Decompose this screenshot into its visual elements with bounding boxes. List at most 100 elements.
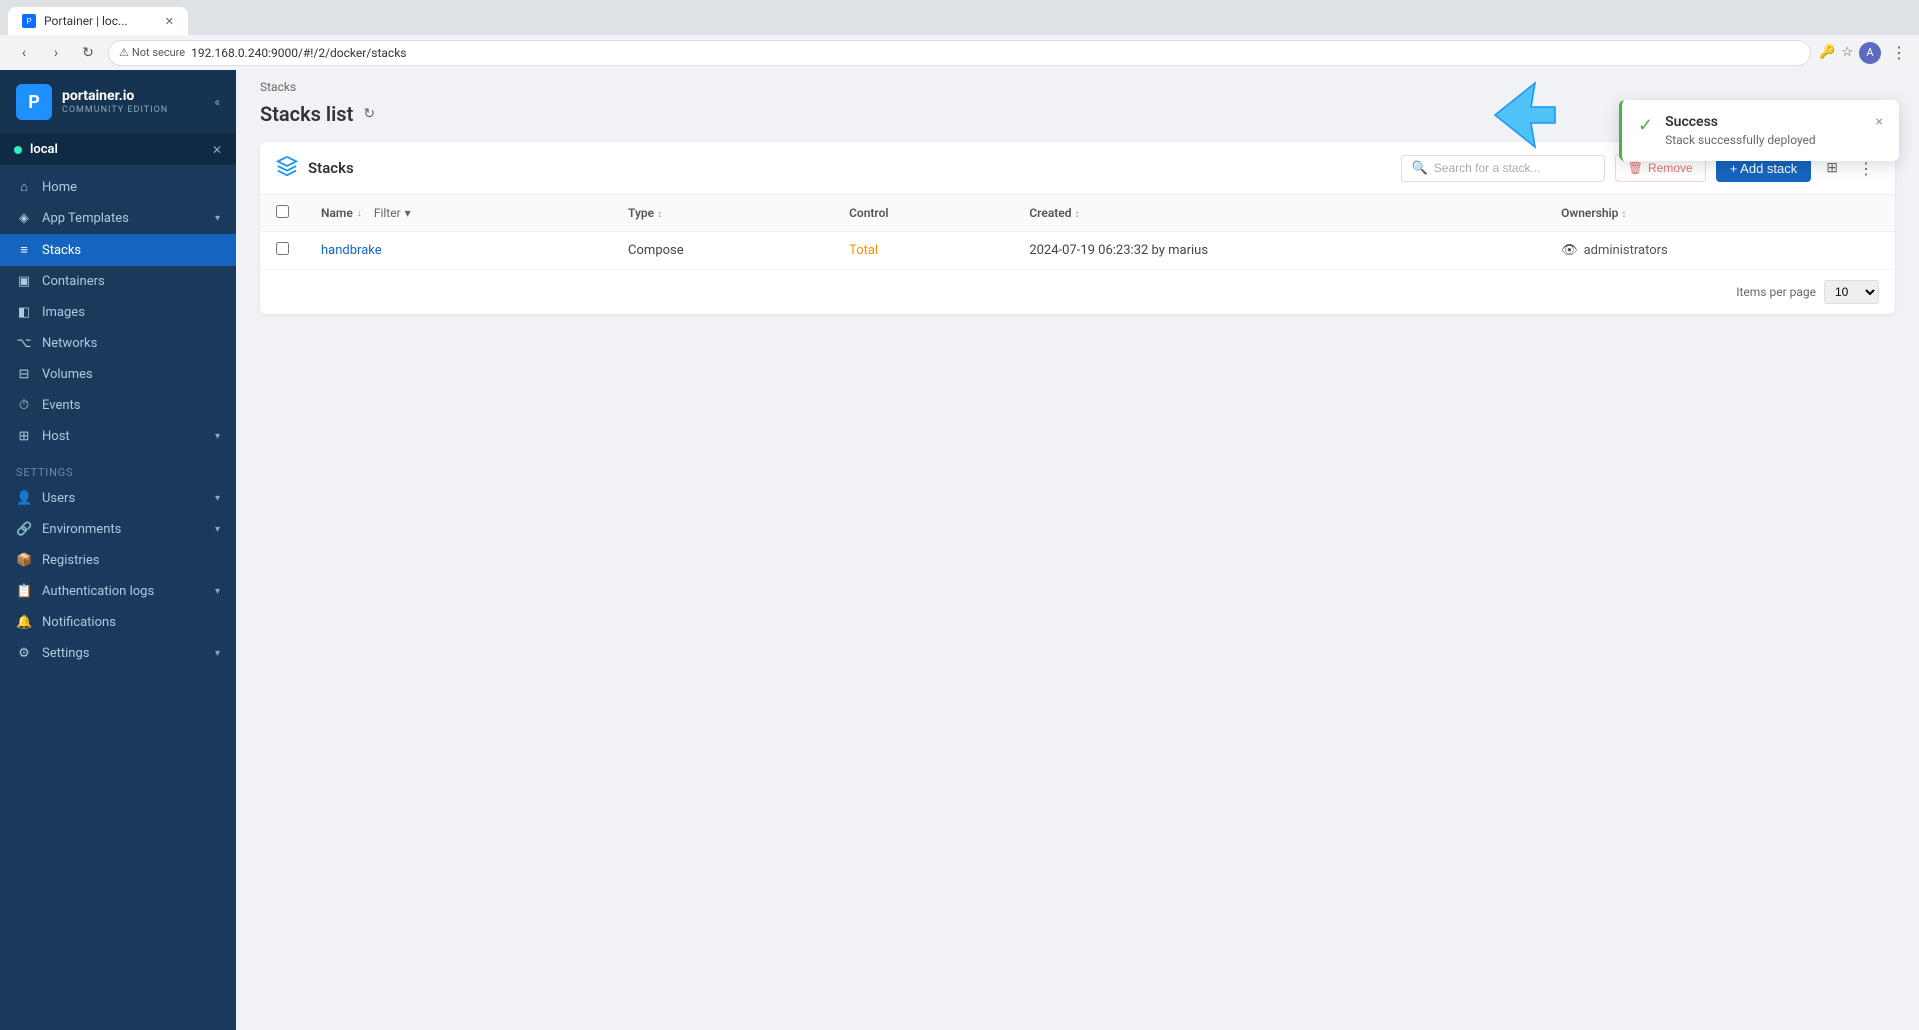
bookmark-icon[interactable]: ☆ bbox=[1841, 45, 1853, 60]
sort-icon: ↕ bbox=[1075, 209, 1080, 220]
app-layout: P portainer.io COMMUNITY EDITION « local… bbox=[0, 70, 1919, 1030]
toast-message: Stack successfully deployed bbox=[1665, 133, 1863, 147]
sidebar-item-users[interactable]: 👤 Users ▾ bbox=[0, 483, 236, 514]
key-icon[interactable]: 🔑 bbox=[1819, 45, 1835, 60]
sidebar-item-label: Volumes bbox=[42, 367, 220, 382]
environments-icon: 🔗 bbox=[16, 522, 32, 537]
forward-button[interactable]: › bbox=[44, 41, 68, 65]
sidebar-item-containers[interactable]: ▣ Containers bbox=[0, 266, 236, 297]
sidebar-item-host[interactable]: ⊞ Host ▾ bbox=[0, 421, 236, 452]
sidebar-nav: ⌂ Home ◈ App Templates ▾ ≡ Stacks ▣ Cont… bbox=[0, 165, 236, 1030]
stacks-panel: Stacks 🔍 🗑 Remove + Add stack ⊞ bbox=[260, 142, 1895, 314]
logo-title: portainer.io bbox=[62, 88, 168, 105]
not-secure-indicator: ⚠ Not secure bbox=[119, 46, 185, 59]
sidebar-item-networks[interactable]: ⌥ Networks bbox=[0, 328, 236, 359]
filter-button[interactable]: Filter ▾ bbox=[374, 206, 411, 220]
url-display: 192.168.0.240:9000/#!/2/docker/stacks bbox=[191, 46, 406, 60]
row-name-cell: handbrake bbox=[305, 232, 612, 270]
sidebar-logo: P portainer.io COMMUNITY EDITION « bbox=[0, 70, 236, 134]
settings-icon: ⚙ bbox=[16, 646, 32, 661]
tab-favicon: P bbox=[22, 14, 36, 28]
breadcrumb: Stacks bbox=[236, 70, 1919, 98]
logo-subtitle: COMMUNITY EDITION bbox=[62, 105, 168, 116]
toast-container: ✓ Success Stack successfully deployed × bbox=[1619, 100, 1899, 161]
stacks-icon: ≡ bbox=[16, 242, 32, 258]
sidebar-item-label: Images bbox=[42, 305, 220, 320]
reload-button[interactable]: ↻ bbox=[76, 41, 100, 65]
env-close-button[interactable]: ✕ bbox=[212, 143, 222, 157]
chevron-down-icon: ▾ bbox=[215, 493, 220, 504]
row-checkbox[interactable] bbox=[276, 242, 289, 255]
sidebar-item-settings[interactable]: ⚙ Settings ▾ bbox=[0, 638, 236, 669]
filter-icon: ▾ bbox=[405, 206, 411, 220]
sidebar-item-app-templates[interactable]: ◈ App Templates ▾ bbox=[0, 203, 236, 234]
sidebar-item-events[interactable]: ⏱ Events bbox=[0, 390, 236, 421]
sidebar-collapse-button[interactable]: « bbox=[214, 95, 220, 109]
browser-toolbar-actions: 🔑 ☆ A ⋮ bbox=[1819, 42, 1907, 64]
auth-logs-icon: 📋 bbox=[16, 584, 32, 599]
tab-close-button[interactable]: ✕ bbox=[165, 15, 174, 28]
sort-icon: ↕ bbox=[657, 209, 662, 220]
sidebar-item-label: Events bbox=[42, 398, 220, 413]
col-type: Type ↕ bbox=[612, 195, 833, 232]
remove-icon: 🗑 bbox=[1628, 161, 1643, 175]
items-per-page-select[interactable]: 10 25 50 100 bbox=[1824, 280, 1879, 304]
sidebar-item-label: Authentication logs bbox=[42, 584, 205, 599]
sidebar-item-auth-logs[interactable]: 📋 Authentication logs ▾ bbox=[0, 576, 236, 607]
containers-icon: ▣ bbox=[16, 274, 32, 289]
browser-tabs: P Portainer | loc... ✕ bbox=[0, 0, 1919, 35]
search-input[interactable] bbox=[1434, 161, 1594, 175]
sidebar-item-label: Environments bbox=[42, 522, 205, 537]
settings-section-title: Settings bbox=[0, 452, 236, 483]
logo-icon: P bbox=[16, 84, 52, 120]
sidebar-item-home[interactable]: ⌂ Home bbox=[0, 171, 236, 203]
back-button[interactable]: ‹ bbox=[12, 41, 36, 65]
arrow-pointer bbox=[1479, 75, 1559, 159]
chevron-down-icon: ▾ bbox=[215, 648, 220, 659]
refresh-button[interactable]: ↻ bbox=[363, 106, 375, 122]
home-icon: ⌂ bbox=[16, 179, 32, 195]
menu-icon[interactable]: ⋮ bbox=[1891, 43, 1907, 62]
host-icon: ⊞ bbox=[16, 429, 32, 444]
select-all-checkbox[interactable] bbox=[276, 205, 289, 218]
sidebar-item-stacks[interactable]: ≡ Stacks bbox=[0, 234, 236, 266]
table-row: handbrake Compose Total 2024-07-19 06:23… bbox=[260, 232, 1895, 270]
sidebar-item-label: Settings bbox=[42, 646, 205, 661]
address-bar[interactable]: ⚠ Not secure 192.168.0.240:9000/#!/2/doc… bbox=[108, 40, 1811, 66]
sidebar: P portainer.io COMMUNITY EDITION « local… bbox=[0, 70, 236, 1030]
row-select-cell bbox=[260, 232, 305, 270]
events-icon: ⏱ bbox=[16, 398, 32, 413]
chevron-down-icon: ▾ bbox=[215, 213, 220, 224]
select-all-header bbox=[260, 195, 305, 232]
sidebar-item-volumes[interactable]: ⊟ Volumes bbox=[0, 359, 236, 390]
chevron-down-icon: ▾ bbox=[215, 586, 220, 597]
networks-icon: ⌥ bbox=[16, 336, 32, 351]
sidebar-item-environments[interactable]: 🔗 Environments ▾ bbox=[0, 514, 236, 545]
stacks-panel-icon bbox=[276, 155, 298, 182]
toast-content: Success Stack successfully deployed bbox=[1665, 114, 1863, 147]
col-control: Control bbox=[833, 195, 1013, 232]
chevron-down-icon: ▾ bbox=[215, 431, 220, 442]
env-name: local bbox=[14, 142, 58, 157]
chevron-down-icon: ▾ bbox=[215, 524, 220, 535]
profile-icon[interactable]: A bbox=[1859, 42, 1881, 64]
main-content: Stacks Stacks list ↻ Stacks 🔍 bbox=[236, 70, 1919, 1030]
app-templates-icon: ◈ bbox=[16, 211, 32, 226]
toast-notification: ✓ Success Stack successfully deployed × bbox=[1619, 100, 1899, 161]
row-ownership-cell: 👁 administrators bbox=[1545, 232, 1895, 270]
col-name: Name ↓ Filter ▾ bbox=[305, 195, 612, 232]
sidebar-item-label: Host bbox=[42, 429, 205, 444]
ownership-value: administrators bbox=[1584, 243, 1668, 258]
col-ownership: Ownership ↕ bbox=[1545, 195, 1895, 232]
toast-title: Success bbox=[1665, 114, 1863, 130]
sort-icon: ↕ bbox=[1621, 209, 1626, 220]
toast-close-button[interactable]: × bbox=[1876, 114, 1883, 130]
browser-tab-portainer[interactable]: P Portainer | loc... ✕ bbox=[8, 7, 188, 35]
sidebar-item-label: Users bbox=[42, 491, 205, 506]
volumes-icon: ⊟ bbox=[16, 367, 32, 382]
stack-name-link[interactable]: handbrake bbox=[321, 243, 382, 258]
sidebar-item-notifications[interactable]: 🔔 Notifications bbox=[0, 607, 236, 638]
sidebar-item-images[interactable]: ◧ Images bbox=[0, 297, 236, 328]
items-per-page-label: Items per page bbox=[1736, 285, 1816, 299]
sidebar-item-registries[interactable]: 📦 Registries bbox=[0, 545, 236, 576]
